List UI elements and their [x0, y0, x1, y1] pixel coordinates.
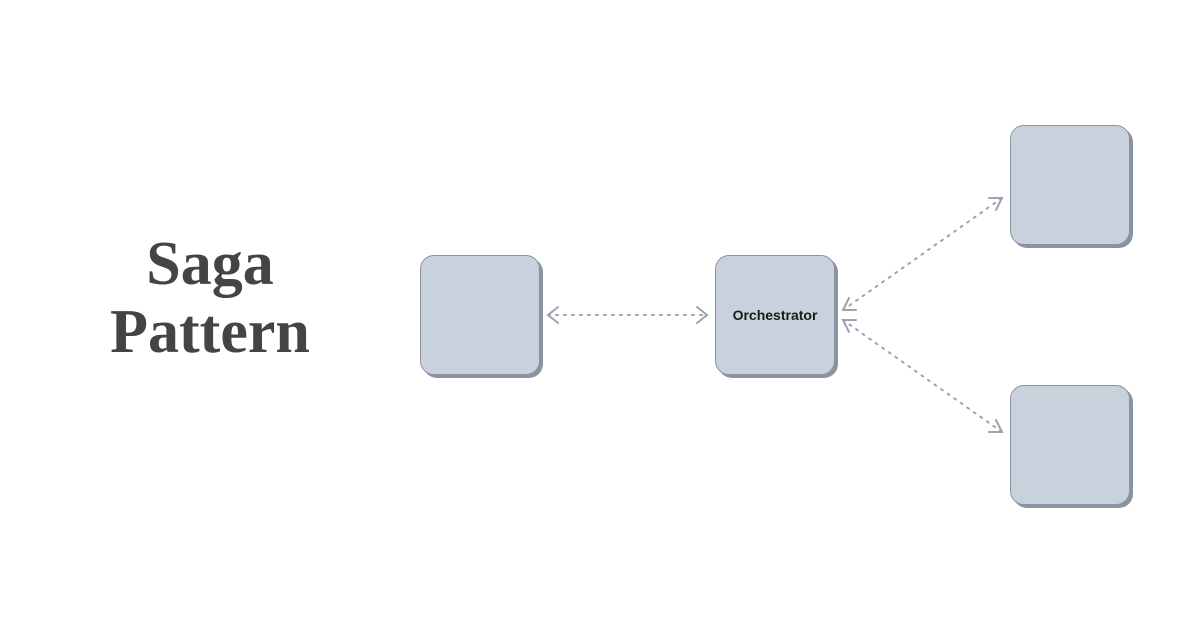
arrow-orch-in-bottom-icon — [843, 320, 856, 332]
node-orchestrator-label: Orchestrator — [733, 307, 818, 323]
node-left — [420, 255, 540, 375]
connector-orch-bottomright — [843, 320, 1002, 432]
arrow-bottomright-in-icon — [989, 420, 1002, 432]
arrow-topright-in-icon — [989, 198, 1002, 210]
diagram-title: Saga Pattern — [60, 230, 360, 366]
title-line-2: Pattern — [110, 298, 310, 366]
node-bottom-right — [1010, 385, 1130, 505]
node-top-right — [1010, 125, 1130, 245]
title-line-1: Saga — [146, 230, 273, 298]
connector-orch-topright — [843, 198, 1002, 310]
node-orchestrator: Orchestrator — [715, 255, 835, 375]
arrow-right-icon — [697, 307, 707, 323]
arrow-orch-in-top-icon — [843, 298, 856, 310]
arrow-left-icon — [548, 307, 558, 323]
